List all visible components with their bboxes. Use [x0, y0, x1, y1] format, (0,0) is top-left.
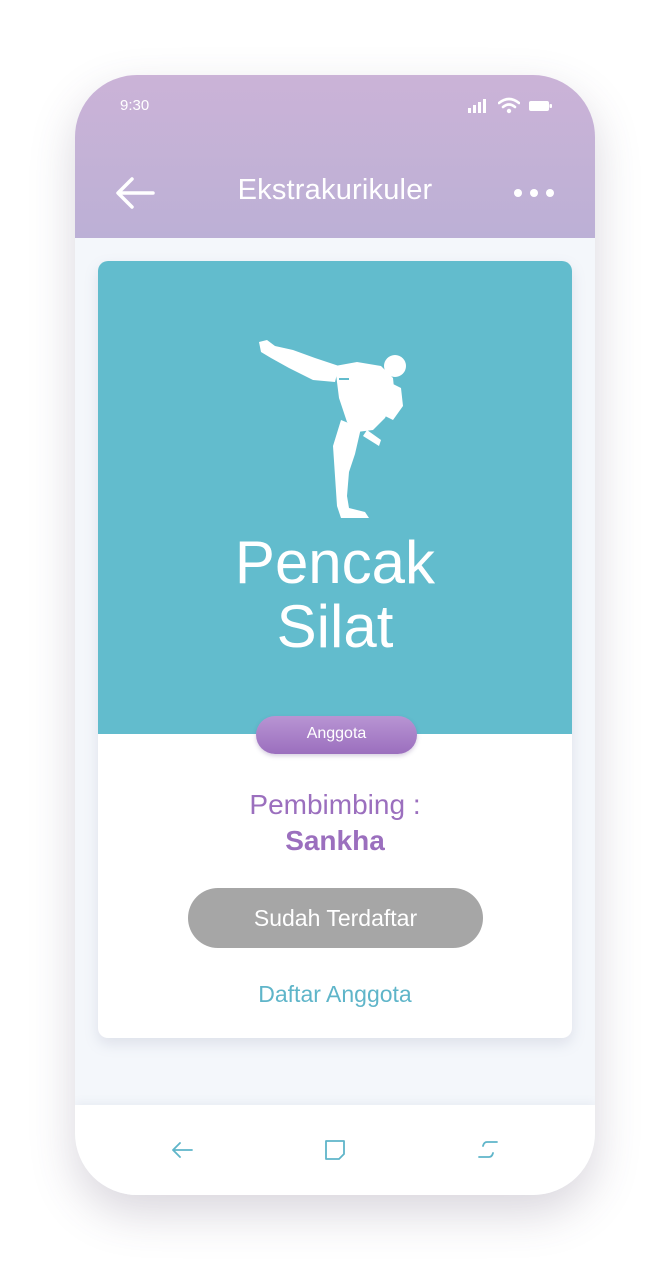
registered-button[interactable]: Sudah Terdaftar: [188, 888, 483, 948]
nav-home-button[interactable]: [322, 1137, 348, 1163]
battery-icon: [529, 101, 552, 111]
coach-label: Pembimbing :: [249, 789, 421, 820]
club-name: Pencak Silat: [98, 531, 572, 659]
more-horizontal-icon: [514, 189, 554, 197]
system-nav-bar: [75, 1105, 595, 1195]
wifi-icon: [498, 97, 520, 114]
member-list-link[interactable]: Daftar Anggota: [98, 981, 572, 1008]
nav-home-icon: [325, 1140, 345, 1160]
more-options-button[interactable]: [513, 183, 555, 203]
club-name-line1: Pencak: [234, 529, 436, 596]
phone-frame: 9:30 Ekstrakurikuler Pencak Silat Anggot…: [75, 75, 595, 1195]
club-card: Pencak Silat Anggota Pembimbing : Sankha…: [98, 261, 572, 1038]
status-icons: [468, 97, 552, 115]
nav-back-button[interactable]: [169, 1137, 195, 1163]
app-header: 9:30 Ekstrakurikuler: [75, 75, 595, 238]
signal-icon: [468, 99, 486, 113]
martial-artist-kick-icon: [259, 340, 406, 518]
status-time: 9:30: [120, 97, 150, 114]
nav-recents-icon: [478, 1141, 498, 1158]
nav-back-icon: [172, 1142, 193, 1158]
club-hero: Pencak Silat: [98, 261, 572, 734]
club-name-line2: Silat: [276, 593, 394, 660]
member-badge: Anggota: [256, 716, 417, 754]
coach-name: Sankha: [285, 825, 385, 856]
nav-recents-button[interactable]: [475, 1137, 501, 1163]
